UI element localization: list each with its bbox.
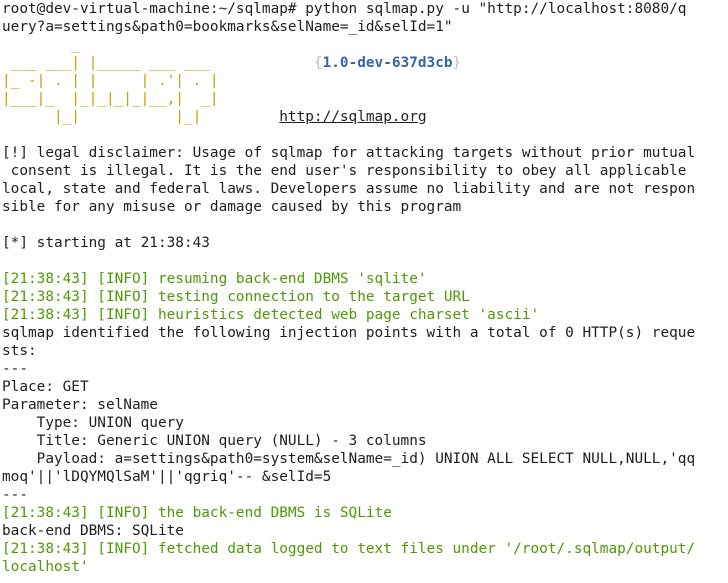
- separator-line: ---: [2, 487, 28, 503]
- banner-url-row: |_| |_| http://sqlmap.org: [2, 108, 726, 126]
- payload-line: Payload: a=settings&path0=system&selName…: [2, 451, 696, 467]
- version-brace-close: }: [452, 55, 462, 71]
- info-log-line: [21:38:43] [INFO] the back-end DBMS is S…: [2, 505, 392, 521]
- backend-dbms-line: back-end DBMS: SQLite: [2, 523, 184, 539]
- disclaimer-line: local, state and federal laws. Developer…: [2, 181, 696, 197]
- command-text: python sqlmap.py -u "http://localhost:80…: [296, 1, 687, 17]
- type-line: Type: UNION query: [2, 415, 184, 431]
- info-log-line: [21:38:43] [INFO] heuristics detected we…: [2, 307, 540, 323]
- banner-art-line: _: [2, 37, 80, 53]
- disclaimer-line: consent is illegal. It is the end user's…: [2, 163, 687, 179]
- version-label: 1.0-dev-637d3cb: [322, 55, 453, 71]
- sqlmap-url-link[interactable]: http://sqlmap.org: [279, 109, 426, 125]
- info-log-line: [21:38:43] [INFO] resuming back-end DBMS…: [2, 271, 427, 287]
- injection-summary-line: sqlmap identified the following injectio…: [2, 325, 696, 341]
- banner-art-line: ___ ___| |_____ ___ ___: [2, 55, 228, 71]
- banner-art-line: |_| |_|: [2, 109, 228, 125]
- payload-line: moq'||'lDQYMQlSaM'||'qgriq'-- &selId=5: [2, 469, 332, 485]
- command-line-wrap: uery?a=settings&path0=bookmarks&selName=…: [2, 19, 453, 35]
- info-log-line: [21:38:43] [INFO] testing connection to …: [2, 289, 470, 305]
- terminal-window[interactable]: root@dev-virtual-machine:~/sqlmap# pytho…: [2, 0, 726, 583]
- injection-summary-line: sts:: [2, 343, 37, 359]
- banner-row: ___ ___| |_____ ___ ___ {1.0-dev-637d3cb…: [2, 54, 726, 72]
- parameter-line: Parameter: selName: [2, 397, 158, 413]
- banner-art-line: |___|_ |_|_|_|_|__,| _|: [2, 91, 219, 107]
- disclaimer-line: [!] legal disclaimer: Usage of sqlmap fo…: [2, 145, 696, 161]
- version-brace-open: {: [313, 55, 323, 71]
- shell-prompt: root@dev-virtual-machine:~/sqlmap#: [2, 1, 297, 17]
- info-log-line: [21:38:43] [INFO] fetched data logged to…: [2, 541, 696, 557]
- disclaimer-line: sible for any misuse or damage caused by…: [2, 199, 462, 215]
- command-line: root@dev-virtual-machine:~/sqlmap# pytho…: [2, 0, 726, 18]
- banner-art-line: |_ -| . | | | .'| . |: [2, 73, 219, 89]
- place-line: Place: GET: [2, 379, 89, 395]
- info-log-line: localhost': [2, 559, 89, 575]
- separator-line: ---: [2, 361, 28, 377]
- starting-line: [*] starting at 21:38:43: [2, 235, 210, 251]
- title-line: Title: Generic UNION query (NULL) - 3 co…: [2, 433, 427, 449]
